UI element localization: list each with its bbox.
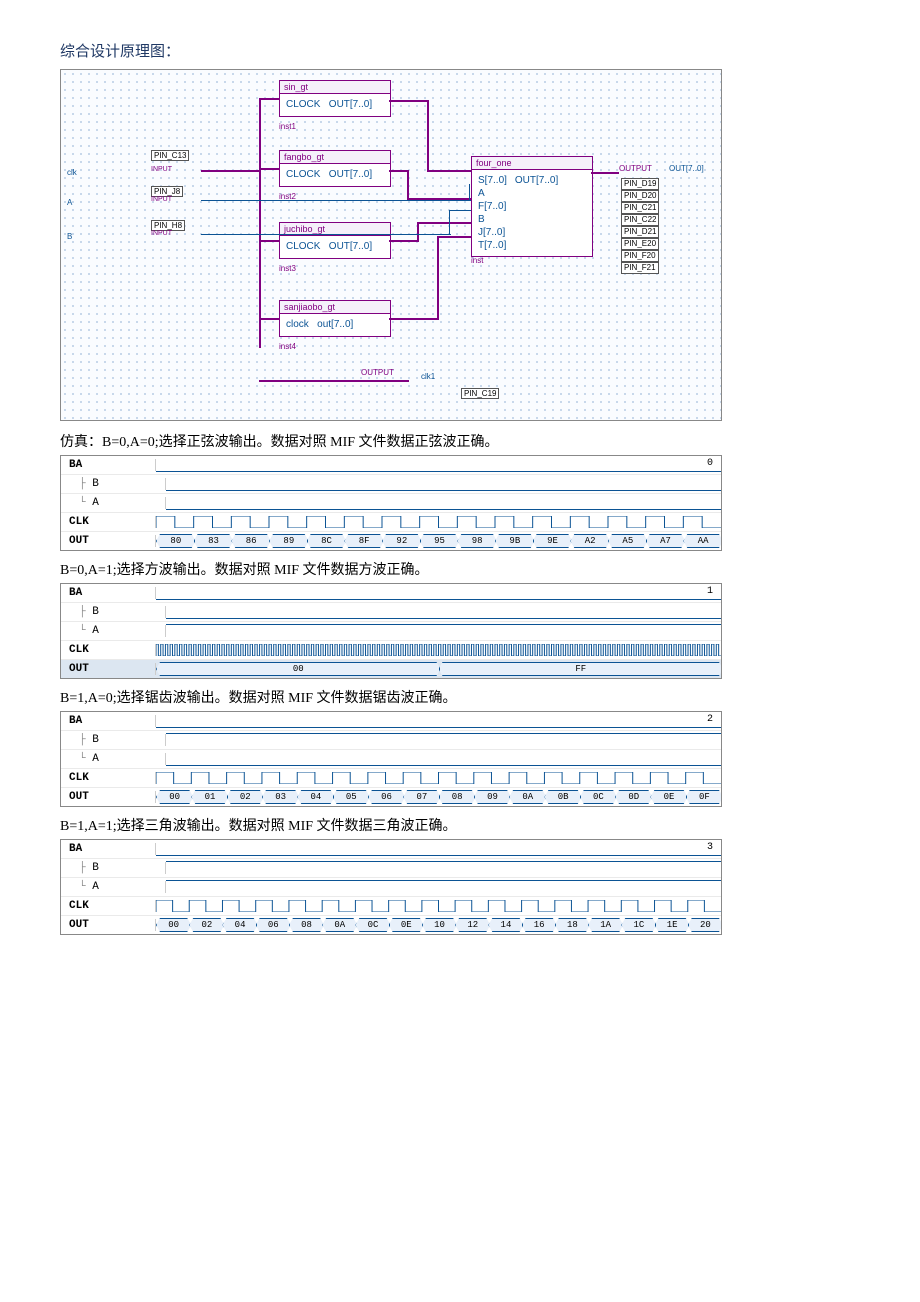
out-pin-5: PIN_E20	[621, 238, 659, 250]
sim3-clk-wave	[156, 772, 721, 784]
block-san: sanjiaobo_gt clock out[7..0]	[279, 300, 391, 337]
out-pin-2: PIN_C21	[621, 202, 659, 214]
input-label-2: INPUT	[151, 196, 172, 203]
clkout-name: clk1	[421, 372, 435, 381]
port-clk: clk	[67, 168, 77, 177]
block-sin: sin_gt CLOCK OUT[7..0]	[279, 80, 391, 117]
block-fang: fangbo_gt CLOCK OUT[7..0]	[279, 150, 391, 187]
sim4-clk-label: CLK	[61, 900, 156, 912]
mux-s: S[7..0]	[478, 174, 507, 187]
mux-a: A	[478, 187, 507, 200]
mux-f: F[7..0]	[478, 200, 507, 213]
clkout-pin: PIN_C19	[461, 388, 499, 399]
sim2-clk-label: CLK	[61, 644, 156, 656]
sim1-b-label: B	[61, 478, 166, 490]
sim4-b-label: B	[61, 862, 166, 874]
sim4-ba-label: BA	[61, 843, 156, 855]
mux-b: B	[478, 213, 507, 226]
block-san-title: sanjiaobo_gt	[280, 301, 390, 314]
inst1-label: inst1	[279, 122, 296, 131]
sin-out: OUT[7..0]	[329, 99, 372, 110]
sim2-a-label: A	[61, 625, 166, 637]
out-pin-6: PIN_F20	[621, 250, 659, 262]
mux-t: T[7..0]	[478, 239, 507, 252]
ju-out: OUT[7..0]	[329, 241, 372, 252]
sim1-out-wave: 808386898C8F9295989B9EA2A5A7AA	[156, 532, 721, 550]
out-pin-3: PIN_C22	[621, 214, 659, 226]
fang-in: CLOCK	[286, 169, 320, 180]
output-pins: PIN_D19 PIN_D20 PIN_C21 PIN_C22 PIN_D21 …	[621, 178, 659, 274]
sim1-clk-label: CLK	[61, 516, 156, 528]
block-mux-title: four_one	[472, 157, 592, 170]
sim1-ba-label: BA	[61, 459, 156, 471]
output-bus: OUT[7..0]	[669, 164, 704, 173]
sim2-out-wave: 00FF	[156, 660, 721, 678]
sim1-out-label: OUT	[61, 535, 156, 547]
sim4-clk-wave	[156, 900, 721, 912]
sim3-out-wave: 000102030405060708090A0B0C0D0E0F	[156, 788, 721, 806]
sim3-out-label: OUT	[61, 791, 156, 803]
block-mux: four_one S[7..0] A F[7..0] B J[7..0] T[7…	[471, 156, 593, 257]
san-out: out[7..0]	[317, 319, 353, 330]
sim1-ba-val: 0	[707, 458, 713, 469]
sim3-b-label: B	[61, 734, 166, 746]
sim3-ba-label: BA	[61, 715, 156, 727]
block-ju: juchibo_gt CLOCK OUT[7..0]	[279, 222, 391, 259]
sim2-caption: B=0,A=1;选择方波输出。数据对照 MIF 文件数据方波正确。	[60, 559, 860, 579]
sim3-a-label: A	[61, 753, 166, 765]
out-pin-1: PIN_D20	[621, 190, 659, 202]
sim3-ba-val: 2	[707, 714, 713, 725]
sim4-out-label: OUT	[61, 919, 156, 931]
ju-in: CLOCK	[286, 241, 320, 252]
sim1-a-label: A	[61, 497, 166, 509]
inst3-label: inst3	[279, 264, 296, 273]
sim1: BA 0 B A CLK OUT 808386898C8F9295989B9EA…	[60, 455, 722, 551]
sim1-clk-wave	[156, 516, 721, 528]
sim2-out-label: OUT	[61, 663, 156, 675]
sim1-caption: 仿真：B=0,A=0;选择正弦波输出。数据对照 MIF 文件数据正弦波正确。	[60, 431, 860, 451]
block-fang-title: fangbo_gt	[280, 151, 390, 164]
fang-out: OUT[7..0]	[329, 169, 372, 180]
input-label-3: INPUT	[151, 230, 172, 237]
port-a: A	[67, 198, 72, 207]
sim3: BA 2 B A CLK OUT 000102030405060708090A0…	[60, 711, 722, 807]
sim4-caption: B=1,A=1;选择三角波输出。数据对照 MIF 文件数据三角波正确。	[60, 815, 860, 835]
input-label-1: INPUT	[151, 166, 172, 173]
sim4-out-wave: 00020406080A0C0E10121416181A1C1E20	[156, 916, 721, 934]
block-sin-title: sin_gt	[280, 81, 390, 94]
sim3-clk-label: CLK	[61, 772, 156, 784]
sim2-ba-label: BA	[61, 587, 156, 599]
pin-clk: PIN_C13	[151, 150, 189, 161]
san-in: clock	[286, 319, 309, 330]
sim4-ba-val: 3	[707, 842, 713, 853]
inst-label: inst	[471, 256, 483, 265]
clkout-label: OUTPUT	[361, 368, 394, 377]
inst4-label: inst4	[279, 342, 296, 351]
out-pin-7: PIN_F21	[621, 262, 659, 274]
out-pin-0: PIN_D19	[621, 178, 659, 190]
sim4-a-label: A	[61, 881, 166, 893]
sim3-caption: B=1,A=0;选择锯齿波输出。数据对照 MIF 文件数据锯齿波正确。	[60, 687, 860, 707]
sim4: BA 3 B A CLK OUT 00020406080A0C0E1012141…	[60, 839, 722, 935]
mux-out: OUT[7..0]	[515, 174, 558, 188]
sim2-ba-val: 1	[707, 586, 713, 597]
section-heading: 综合设计原理图：	[60, 40, 860, 61]
output-label: OUTPUT	[619, 164, 652, 173]
mux-j: J[7..0]	[478, 226, 507, 239]
port-b: B	[67, 232, 72, 241]
schematic-diagram: PIN_C13 clk INPUT PIN_J8 A INPUT PIN_H8 …	[60, 69, 722, 421]
sim2-b-label: B	[61, 606, 166, 618]
sim2: BA 1 B A CLK OUT 00FF	[60, 583, 722, 679]
out-pin-4: PIN_D21	[621, 226, 659, 238]
sin-in: CLOCK	[286, 99, 320, 110]
sim2-clk-wave	[156, 644, 721, 656]
